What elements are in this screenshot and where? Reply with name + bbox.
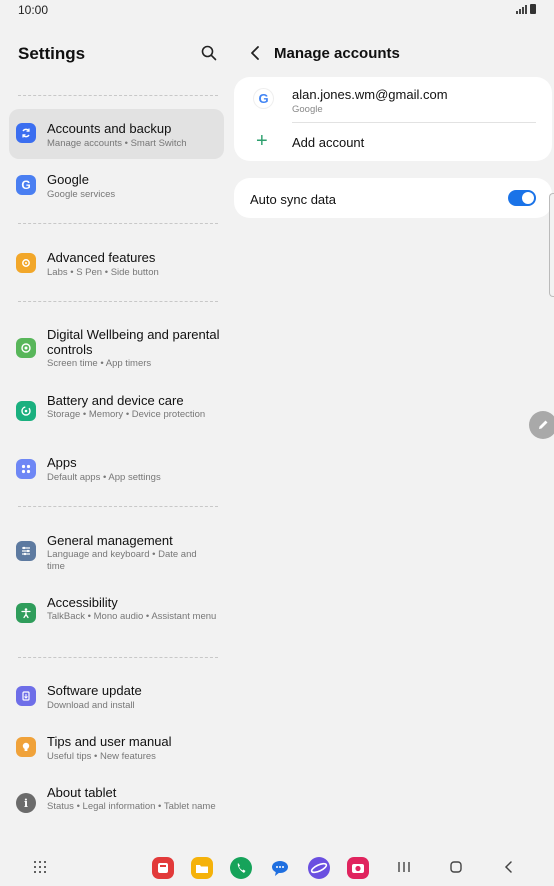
home-icon[interactable] [449,860,463,874]
update-icon [16,686,36,706]
camera-icon[interactable] [347,857,369,879]
battery-icon [530,4,536,14]
item-label: Software update [47,683,142,698]
accounts-card: G alan.jones.wm@gmail.com Google + Add a… [234,77,552,161]
internet-browser-icon[interactable] [308,857,330,879]
account-email: alan.jones.wm@gmail.com [292,87,448,102]
item-label: Advanced features [47,250,156,265]
app-drawer-icon[interactable] [34,861,46,873]
pencil-icon [539,420,548,429]
add-account-label: Add account [292,135,365,150]
auto-sync-label: Auto sync data [250,192,336,207]
divider [18,301,218,302]
account-row[interactable]: G alan.jones.wm@gmail.com Google [234,77,552,123]
item-label: Apps [47,455,77,470]
item-sub: Screen time • App timers [47,358,152,369]
item-sub: Useful tips • New features [47,751,156,762]
settings-item-software-update[interactable]: Software update Download and install [9,680,224,726]
settings-pane: Settings Accounts and backup Manage acco… [0,20,232,840]
settings-item-advanced-features[interactable]: Advanced features Labs • S Pen • Side bu… [9,240,224,286]
settings-item-accounts-and-backup[interactable]: Accounts and backup Manage accounts • Sm… [9,109,224,159]
item-label: Accessibility [47,595,118,610]
settings-item-apps[interactable]: Apps Default apps • App settings [9,452,224,498]
add-account-button[interactable]: + Add account [234,123,552,161]
accessibility-person-icon [16,603,36,623]
item-label: Tips and user manual [47,734,172,749]
divider [18,657,218,658]
item-sub: TalkBack • Mono audio • Assistant menu [47,611,217,622]
item-sub: Manage accounts • Smart Switch [47,138,187,149]
item-label: Accounts and backup [47,121,172,136]
settings-item-digital-wellbeing[interactable]: Digital Wellbeing and parental controls … [9,320,224,376]
settings-item-about-tablet[interactable]: i About tablet Status • Legal informatio… [9,782,224,832]
red-notes-app-icon[interactable] [152,857,174,879]
item-sub: Status • Legal information • Tablet name [47,801,216,812]
item-label: General management [47,533,173,548]
divider [18,223,218,224]
auto-sync-card[interactable]: Auto sync data [234,178,552,218]
item-sub: Labs • S Pen • Side button [47,267,159,278]
edit-button[interactable] [529,411,554,439]
settings-item-tips-and-user-manual[interactable]: Tips and user manual Useful tips • New f… [9,731,224,777]
account-type: Google [292,104,323,115]
back-icon[interactable] [502,860,516,874]
folder-icon[interactable] [191,857,213,879]
phone-icon[interactable] [230,857,252,879]
settings-item-battery-and-device-care[interactable]: Battery and device care Storage • Memory… [9,390,224,440]
messages-icon[interactable] [269,857,291,879]
page-title: Manage accounts [274,45,400,62]
auto-sync-toggle[interactable] [508,190,536,206]
item-label: Battery and device care [47,393,184,408]
settings-item-google[interactable]: G Google Google services [9,162,224,208]
item-label: About tablet [47,785,117,800]
google-icon: G [16,175,36,195]
gear-plus-icon [16,253,36,273]
settings-item-accessibility[interactable]: Accessibility TalkBack • Mono audio • As… [9,592,224,642]
info-icon: i [16,793,36,813]
signal-icon [516,5,527,14]
sync-icon [16,123,36,143]
item-label: Google [47,172,89,187]
plus-icon: + [256,130,268,152]
divider [18,95,218,96]
navigation-bar [0,846,554,886]
lightbulb-icon [16,737,36,757]
item-sub: Default apps • App settings [47,472,161,483]
wellbeing-icon [16,338,36,358]
divider [18,506,218,507]
back-arrow-icon[interactable] [248,44,264,62]
item-label: Digital Wellbeing and parental controls [47,327,220,357]
item-sub: Google services [47,189,116,200]
device-care-icon [16,401,36,421]
status-bar: 10:00 [0,0,554,20]
item-sub: Language and keyboard • Date and time [47,549,197,572]
item-sub: Download and install [47,700,135,711]
status-time: 10:00 [18,3,49,17]
search-icon[interactable] [200,44,218,62]
settings-item-general-management[interactable]: General management Language and keyboard… [9,530,224,580]
google-logo-icon: G [254,89,273,108]
apps-grid-icon [16,459,36,479]
status-icons [516,4,536,14]
item-sub: Storage • Memory • Device protection [47,409,206,420]
recent-apps-icon[interactable] [396,860,412,874]
edge-panel-handle[interactable] [549,193,554,297]
sliders-icon [16,541,36,561]
settings-title: Settings [18,44,86,63]
